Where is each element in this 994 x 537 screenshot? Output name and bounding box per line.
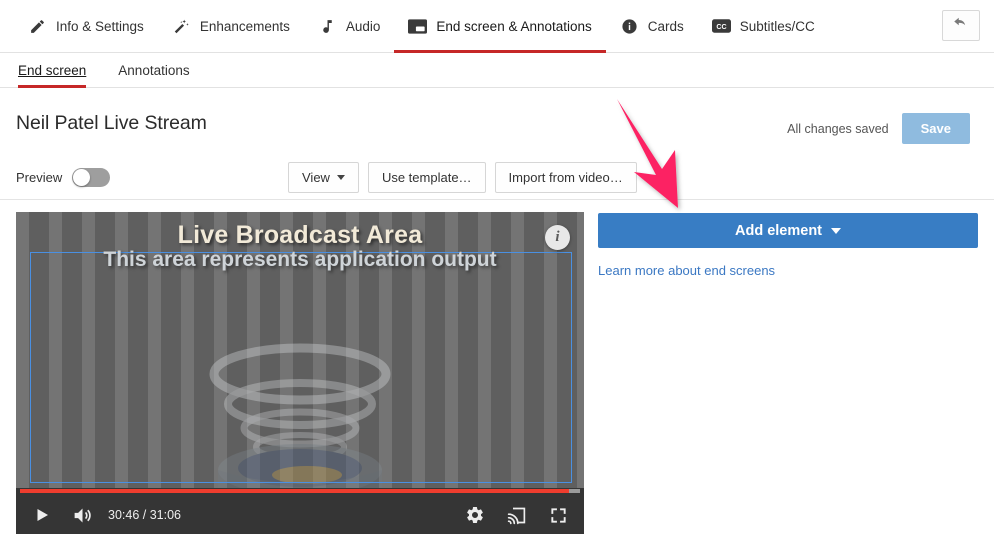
nav-tab-label: End screen & Annotations xyxy=(436,18,592,34)
subtab-end-screen[interactable]: End screen xyxy=(16,63,100,88)
progress-bar-fill xyxy=(20,489,569,493)
preview-toggle[interactable] xyxy=(72,168,111,187)
music-note-icon xyxy=(318,17,337,36)
nav-tab-label: Audio xyxy=(345,18,381,34)
preview-label: Preview xyxy=(16,170,63,185)
nav-tab-info-settings[interactable]: Info & Settings xyxy=(14,0,158,53)
nav-tab-label: Info & Settings xyxy=(56,18,144,34)
gear-icon[interactable] xyxy=(463,504,486,527)
learn-more-link[interactable]: Learn more about end screens xyxy=(598,263,775,278)
chevron-down-icon xyxy=(831,227,841,234)
editor-main: Live Broadcast Area This area represents… xyxy=(0,200,994,534)
nav-tab-cards[interactable]: Cards xyxy=(606,0,698,53)
editor-toolbar: Preview View Use template… Import from v… xyxy=(0,156,994,200)
view-button[interactable]: View xyxy=(288,162,359,193)
subtab-label: Annotations xyxy=(118,63,190,78)
player-right-controls xyxy=(463,504,570,527)
pencil-icon xyxy=(28,17,47,36)
fullscreen-icon[interactable] xyxy=(547,504,570,527)
volume-icon[interactable] xyxy=(71,504,94,527)
magic-wand-icon xyxy=(172,17,191,36)
back-button[interactable] xyxy=(942,10,980,41)
sub-tab-bar: End screen Annotations xyxy=(0,53,994,88)
view-button-label: View xyxy=(302,170,330,185)
video-preview-canvas[interactable]: Live Broadcast Area This area represents… xyxy=(16,212,584,534)
import-from-video-button[interactable]: Import from video… xyxy=(494,162,637,193)
nav-tab-label: Subtitles/CC xyxy=(739,18,815,34)
subtab-label: End screen xyxy=(18,63,87,78)
use-template-button[interactable]: Use template… xyxy=(367,162,486,193)
toolbar-buttons: View Use template… Import from video… xyxy=(288,162,637,193)
chevron-down-icon xyxy=(336,175,345,180)
back-arrow-icon xyxy=(952,14,970,37)
subtab-annotations[interactable]: Annotations xyxy=(104,63,203,87)
nav-tab-audio[interactable]: Audio xyxy=(304,0,395,53)
header-row: Neil Patel Live Stream All changes saved… xyxy=(0,88,994,144)
svg-text:CC: CC xyxy=(716,23,726,31)
cast-icon[interactable] xyxy=(505,504,528,527)
save-button[interactable]: Save xyxy=(901,113,970,144)
saved-status-text: All changes saved xyxy=(787,121,889,136)
save-status-group: All changes saved Save xyxy=(787,113,970,144)
info-circle-icon[interactable]: i xyxy=(545,225,570,250)
nav-tab-label: Enhancements xyxy=(199,18,290,34)
top-navigation-bar: Info & Settings Enhancements Audio End s… xyxy=(0,0,994,53)
nav-tab-subtitles-cc[interactable]: CC Subtitles/CC xyxy=(698,0,829,53)
progress-bar[interactable] xyxy=(20,489,580,493)
play-icon[interactable] xyxy=(30,504,53,527)
nav-tab-end-screen-annotations[interactable]: End screen & Annotations xyxy=(394,0,607,53)
end-screen-selection-box[interactable] xyxy=(30,252,572,483)
preview-toggle-group: Preview xyxy=(16,168,111,187)
add-element-button[interactable]: Add element xyxy=(598,213,978,248)
info-circle-icon xyxy=(620,17,639,36)
add-element-label: Add element xyxy=(734,222,822,239)
video-player-controls: 30:46 / 31:06 xyxy=(16,488,584,534)
end-screen-side-panel: Add element Learn more about end screens xyxy=(598,212,978,534)
video-caption-text: Live Broadcast Area xyxy=(177,221,423,249)
video-timecode: 30:46 / 31:06 xyxy=(108,508,181,522)
toggle-knob xyxy=(73,169,91,186)
cc-icon: CC xyxy=(711,17,731,36)
page-title: Neil Patel Live Stream xyxy=(16,112,207,134)
selection-description-text: This area represents application output xyxy=(103,248,497,271)
end-screen-icon xyxy=(408,17,428,36)
nav-tab-label: Cards xyxy=(647,18,684,34)
nav-tab-enhancements[interactable]: Enhancements xyxy=(158,0,304,53)
